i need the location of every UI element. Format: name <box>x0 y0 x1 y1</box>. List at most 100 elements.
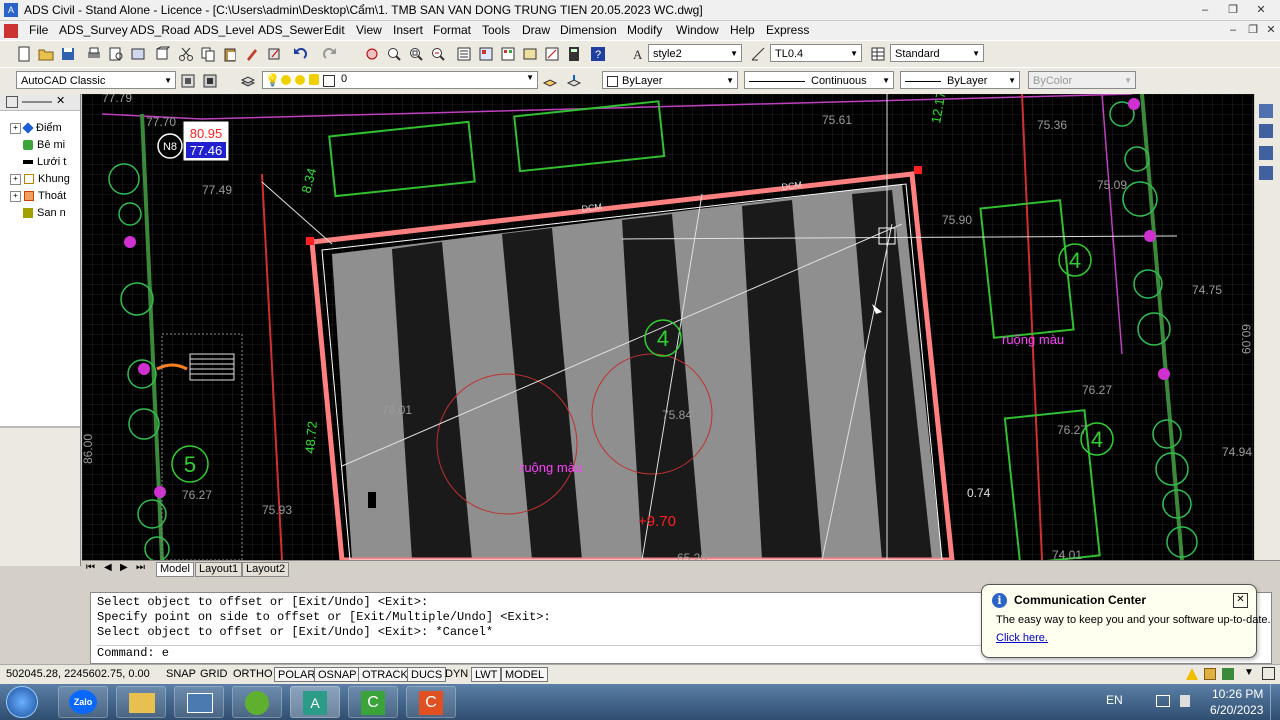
menu-edit[interactable]: Edit <box>324 23 345 37</box>
start-button[interactable] <box>6 686 38 718</box>
make-layer-current-icon[interactable] <box>542 73 558 89</box>
ortho-toggle[interactable]: ORTHO <box>230 667 276 682</box>
open-icon[interactable] <box>38 46 54 62</box>
model-toggle[interactable]: MODEL <box>501 667 549 682</box>
menu-express[interactable]: Express <box>766 23 809 37</box>
sun-icon[interactable] <box>281 75 291 85</box>
zoom-realtime-icon[interactable] <box>386 46 402 62</box>
drawing-svg[interactable]: N8 80.95 77.46 77.79 77.70 77.49 75.61 7… <box>82 94 1254 560</box>
prev-tab-icon[interactable]: ◀ <box>104 562 112 573</box>
menu-file[interactable]: File <box>29 23 48 37</box>
tree-item-khung[interactable]: + Khung <box>10 173 70 185</box>
tree-item-luoi[interactable]: Lưới t <box>23 156 66 168</box>
menu-ads-level[interactable]: ADS_Level <box>194 23 254 37</box>
drawing-canvas[interactable]: N8 80.95 77.46 77.79 77.70 77.49 75.61 7… <box>82 94 1254 560</box>
menu-ads-road[interactable]: ADS_Road <box>130 23 190 37</box>
doc-close-button[interactable]: ✕ <box>1258 22 1280 38</box>
linetype-select[interactable]: Continuous ▼ <box>744 71 894 89</box>
maximize-button[interactable]: ❐ <box>1220 2 1246 18</box>
match-properties-icon[interactable] <box>244 46 260 62</box>
lock-icon[interactable] <box>309 74 319 85</box>
panel-close-icon[interactable]: ✕ <box>56 94 65 107</box>
menu-ads-survey[interactable]: ADS_Survey <box>59 23 128 37</box>
balloon-close-button[interactable]: ✕ <box>1233 593 1248 608</box>
network-icon[interactable] <box>1156 695 1170 707</box>
text-style-select[interactable]: style2 ▼ <box>648 44 742 62</box>
undo-icon[interactable] <box>292 46 308 62</box>
expand-icon[interactable]: + <box>10 173 21 185</box>
app-icon[interactable]: A <box>4 3 18 17</box>
clock-date[interactable]: 6/20/2023 <box>1210 703 1263 717</box>
workspace-settings-icon[interactable] <box>180 73 196 89</box>
menu-window[interactable]: Window <box>676 23 719 37</box>
dyn-toggle[interactable]: DYN <box>442 667 471 682</box>
last-tab-icon[interactable]: ⏭ <box>136 562 145 573</box>
block-editor-icon[interactable] <box>266 46 282 62</box>
menu-dimension[interactable]: Dimension <box>560 23 617 37</box>
plot-preview-icon[interactable] <box>108 46 124 62</box>
lwt-toggle[interactable]: LWT <box>471 667 502 682</box>
color-select[interactable]: ByLayer ▼ <box>602 71 738 89</box>
language-indicator[interactable]: EN <box>1106 693 1123 707</box>
help-icon[interactable]: ? <box>590 46 606 62</box>
menu-insert[interactable]: Insert <box>393 23 423 37</box>
tree-item-san-nen[interactable]: San n <box>23 207 66 219</box>
draw-order-icon[interactable] <box>1259 104 1273 118</box>
panel-grip[interactable] <box>22 101 52 103</box>
clean-screen-icon[interactable] <box>1262 667 1275 680</box>
coordinates-readout[interactable]: 502045.28, 2245602.75, 0.00 <box>6 668 150 680</box>
grid-toggle[interactable]: GRID <box>197 667 231 682</box>
tool-icon[interactable] <box>1259 146 1273 160</box>
next-tab-icon[interactable]: ▶ <box>120 562 128 573</box>
tray-settings-icon[interactable] <box>1222 668 1234 680</box>
design-center-icon[interactable] <box>478 46 494 62</box>
tree-item-thoat[interactable]: + Thoát <box>10 190 66 202</box>
first-tab-icon[interactable]: ⏮ <box>86 562 95 573</box>
properties-icon[interactable] <box>456 46 472 62</box>
print-icon[interactable] <box>86 46 102 62</box>
table-style-icon[interactable] <box>870 46 886 62</box>
redo-icon[interactable] <box>322 46 338 62</box>
layer-previous-icon[interactable] <box>566 73 582 89</box>
expand-icon[interactable]: + <box>10 122 21 134</box>
close-button[interactable]: ✕ <box>1248 2 1274 18</box>
layer-properties-icon[interactable] <box>240 73 256 89</box>
taskbar-zalo[interactable]: Zalo <box>58 686 108 718</box>
ducs-toggle[interactable]: DUCS <box>407 667 447 682</box>
menu-draw[interactable]: Draw <box>522 23 550 37</box>
menu-ads-sewer[interactable]: ADS_Sewer <box>258 23 323 37</box>
taskbar-app[interactable] <box>174 686 224 718</box>
panel-dock-icon[interactable] <box>6 96 18 108</box>
tree-item-be-mat[interactable]: Bê mi <box>23 139 65 151</box>
text-style-icon[interactable]: A <box>630 46 646 62</box>
layer-select[interactable]: 💡 0 ▼ <box>262 71 538 89</box>
volume-icon[interactable] <box>1180 695 1190 707</box>
cut-icon[interactable] <box>178 46 194 62</box>
workspace-select[interactable]: AutoCAD Classic ▼ <box>16 71 176 89</box>
3d-dwf-icon[interactable] <box>154 46 170 62</box>
tab-layout1[interactable]: Layout1 <box>195 562 243 577</box>
publish-icon[interactable] <box>130 46 146 62</box>
tab-layout2[interactable]: Layout2 <box>242 562 290 577</box>
tab-model[interactable]: Model <box>156 562 194 577</box>
dim-style-select[interactable]: TL0.4 ▼ <box>770 44 862 62</box>
document-icon[interactable] <box>4 24 18 38</box>
menu-view[interactable]: View <box>356 23 382 37</box>
show-desktop-button[interactable] <box>1270 684 1280 720</box>
osnap-toggle[interactable]: OSNAP <box>314 667 361 682</box>
tree-item-diem[interactable]: + Điểm <box>10 122 62 134</box>
freeze-vp-icon[interactable] <box>295 75 305 85</box>
tool-icon[interactable] <box>1259 166 1273 180</box>
chevron-down-icon[interactable]: ▼ <box>1244 667 1254 678</box>
zoom-previous-icon[interactable] <box>430 46 446 62</box>
taskbar-app[interactable] <box>232 686 282 718</box>
zoom-window-icon[interactable] <box>408 46 424 62</box>
otrack-toggle[interactable]: OTRACK <box>358 667 412 682</box>
polar-toggle[interactable]: POLAR <box>274 667 320 682</box>
lightbulb-icon[interactable]: 💡 <box>265 73 280 87</box>
snap-toggle[interactable]: SNAP <box>163 667 199 682</box>
lock-ui-icon[interactable] <box>1204 668 1216 680</box>
save-workspace-icon[interactable] <box>202 73 218 89</box>
tool-icon[interactable] <box>1259 124 1273 138</box>
tool-palettes-icon[interactable] <box>500 46 516 62</box>
